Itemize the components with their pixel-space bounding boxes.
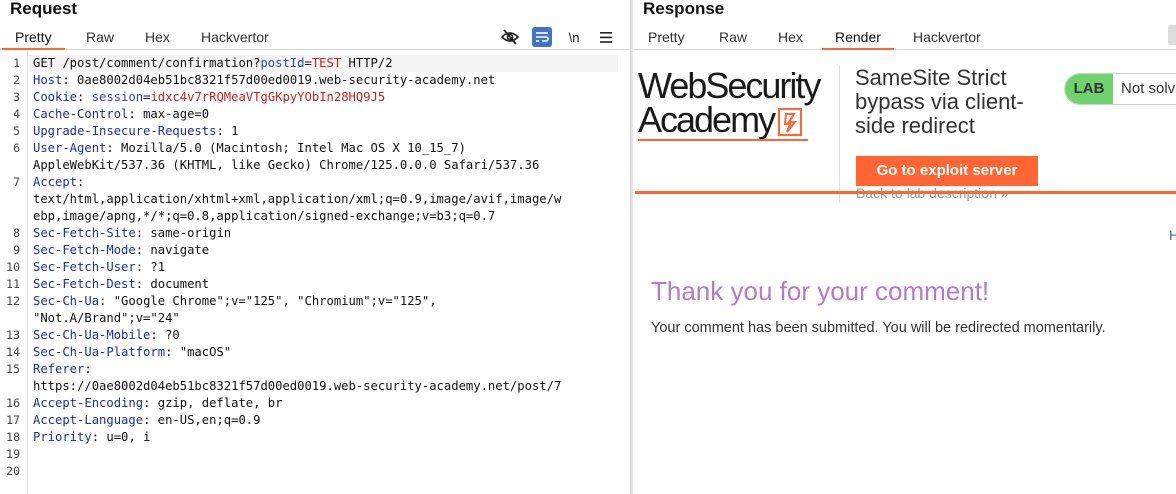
wrap-lines-icon[interactable] [532, 27, 552, 47]
lab-status-badge: LAB Not solved [1064, 73, 1176, 105]
tab-hex[interactable]: Hex [765, 24, 816, 50]
line-number: 18 [6, 430, 20, 444]
line-number: 16 [6, 396, 20, 410]
line-number: 3 [13, 90, 20, 104]
tab-pretty[interactable]: Pretty [635, 24, 698, 50]
code-line-6-cont: AppleWebKit/537.36 (KHTML, like Gecko) C… [33, 158, 540, 172]
line-number: 9 [13, 243, 20, 257]
request-editor[interactable]: 1 2 3 4 5 6 7 8 9 10 11 12 13 14 15 16 17 18 19 20 GET /pos… [0, 51, 630, 494]
tab-raw[interactable]: Raw [73, 24, 127, 50]
header-bottom-rule [635, 191, 1176, 194]
request-title: Request [10, 0, 78, 18]
line-number: 7 [13, 175, 20, 189]
code-line-18: Priority: u=0, i [33, 430, 151, 444]
code-line-9: Sec-Fetch-Mode: navigate [33, 243, 210, 257]
lightning-bolt-icon [778, 108, 803, 137]
line-number: 11 [6, 277, 20, 291]
rendered-page: WebSecurity Academy SameSite Strict bypa… [633, 51, 1176, 494]
code-line-8: Sec-Fetch-Site: same-origin [33, 226, 232, 240]
code-line-4: Cache-Control: max-age=0 [33, 107, 210, 121]
line-number: 13 [6, 328, 20, 342]
line-number-gutter: 1 2 3 4 5 6 7 8 9 10 11 12 13 14 15 16 17 18 19 20 [0, 51, 28, 494]
line-number: 6 [13, 141, 20, 155]
tab-hackvertor[interactable]: Hackvertor [900, 24, 994, 50]
line-number: 20 [6, 464, 20, 478]
panel-collapse-handle[interactable] [1168, 25, 1176, 45]
code-line-7: Accept: [33, 175, 85, 189]
line-number: 12 [6, 294, 20, 308]
line-number: 4 [13, 107, 20, 121]
line-number: 5 [13, 124, 20, 138]
line-number: 8 [13, 226, 20, 240]
code-line-6: User-Agent: Mozilla/5.0 (Macintosh; Inte… [33, 141, 466, 155]
lab-status-text: Not solved [1121, 80, 1176, 97]
logo-text-line-1: WebSecurity [638, 65, 821, 106]
code-line-5: Upgrade-Insecure-Requests: 1 [33, 124, 239, 138]
confirmation-heading: Thank you for your comment! [651, 276, 990, 306]
header-divider [839, 65, 840, 203]
code-line-11: Sec-Fetch-Dest: document [33, 277, 210, 291]
confirmation-message: Your comment has been submitted. You wil… [651, 320, 1106, 336]
line-number: 10 [6, 260, 20, 274]
code-line-12-cont: "Not.A/Brand";v="24" [33, 311, 180, 325]
newline-toggle[interactable]: \n [564, 27, 584, 47]
code-line-14: Sec-Ch-Ua-Platform: "macOS" [33, 345, 232, 359]
code-line-3: Cookie: session=idxc4v7rRQMeaVTgGKpyYObI… [33, 90, 386, 104]
code-line-17: Accept-Language: en-US,en;q=0.9 [33, 413, 261, 427]
code-line-7-cont-1: text/html,application/xhtml+xml,applicat… [33, 192, 562, 206]
code-line-16: Accept-Encoding: gzip, deflate, br [33, 396, 283, 410]
code-line-12: Sec-Ch-Ua: "Google Chrome";v="125", "Chr… [33, 294, 437, 308]
tab-hackvertor[interactable]: Hackvertor [188, 24, 282, 50]
exploit-server-button[interactable]: Go to exploit server [856, 156, 1038, 186]
line-number: 17 [6, 413, 20, 427]
web-security-academy-logo[interactable]: WebSecurity Academy [638, 65, 838, 138]
code-line-7-cont-2: ebp,image/apng,*/*;q=0.8,application/sig… [33, 209, 496, 223]
code-line-15-cont: https://0ae8002d04eb51bc8321f57d00ed0019… [33, 379, 562, 393]
nav-link-home[interactable]: H [1169, 227, 1176, 243]
request-panel: Request Pretty Raw Hex Hackvertor \n 1 2… [0, 0, 630, 494]
response-panel: Response Pretty Raw Hex Render Hackverto… [633, 0, 1176, 494]
tab-raw[interactable]: Raw [706, 24, 760, 50]
code-line-15: Referer: [33, 362, 92, 376]
response-tabs: Pretty Raw Hex Render Hackvertor [633, 24, 1176, 50]
logo-underline [638, 139, 808, 141]
code-line-13: Sec-Ch-Ua-Mobile: ?0 [33, 328, 180, 342]
code-line-2: Host: 0ae8002d04eb51bc8321f57d00ed0019.w… [33, 73, 496, 87]
line-number: 14 [6, 345, 20, 359]
code-line-10: Sec-Fetch-User: ?1 [33, 260, 166, 274]
tab-render[interactable]: Render [822, 24, 894, 50]
tab-hex[interactable]: Hex [132, 24, 183, 50]
line-number: 15 [6, 362, 20, 376]
code-line-1: GET /post/comment/confirmation?postId=TE… [33, 56, 393, 70]
eye-slash-icon[interactable] [500, 27, 520, 47]
hamburger-menu-icon[interactable] [596, 27, 616, 47]
logo-text-line-2: Academy [638, 102, 838, 138]
tab-pretty[interactable]: Pretty [2, 24, 65, 50]
line-number: 2 [13, 73, 20, 87]
lab-label: LAB [1065, 74, 1113, 104]
line-number: 1 [13, 56, 20, 70]
lab-title: SameSite Strict bypass via client-side r… [855, 65, 1024, 138]
response-title: Response [643, 0, 725, 18]
editor-toolbar: \n [500, 24, 616, 50]
line-number: 19 [6, 447, 20, 461]
